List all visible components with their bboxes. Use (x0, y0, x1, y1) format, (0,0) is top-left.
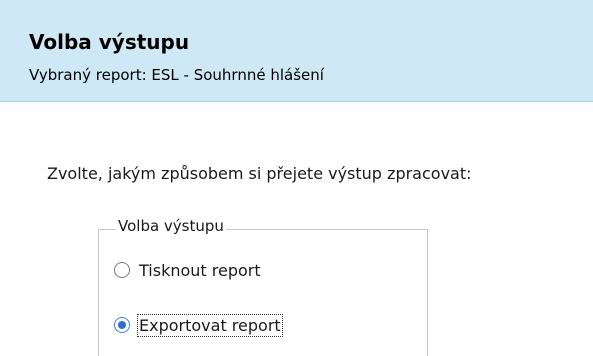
radio-option-export[interactable]: Exportovat report (114, 313, 283, 337)
radio-selected-dot-icon (118, 321, 126, 329)
radio-button-print[interactable] (114, 262, 130, 278)
output-selection-dialog: Volba výstupu Vybraný report: ESL - Souh… (0, 0, 593, 356)
groupbox-legend: Volba výstupu (116, 217, 226, 235)
radio-button-export[interactable] (114, 317, 130, 333)
radio-label-print[interactable]: Tisknout report (138, 260, 262, 281)
radio-label-export[interactable]: Exportovat report (137, 313, 283, 337)
header-subtitle: Vybraný report: ESL - Souhrnné hlášení (29, 66, 324, 84)
header-title: Volba výstupu (29, 30, 190, 54)
dialog-header: Volba výstupu Vybraný report: ESL - Souh… (0, 0, 593, 102)
instruction-text: Zvolte, jakým způsobem si přejete výstup… (47, 164, 472, 183)
radio-option-print[interactable]: Tisknout report (114, 258, 262, 282)
